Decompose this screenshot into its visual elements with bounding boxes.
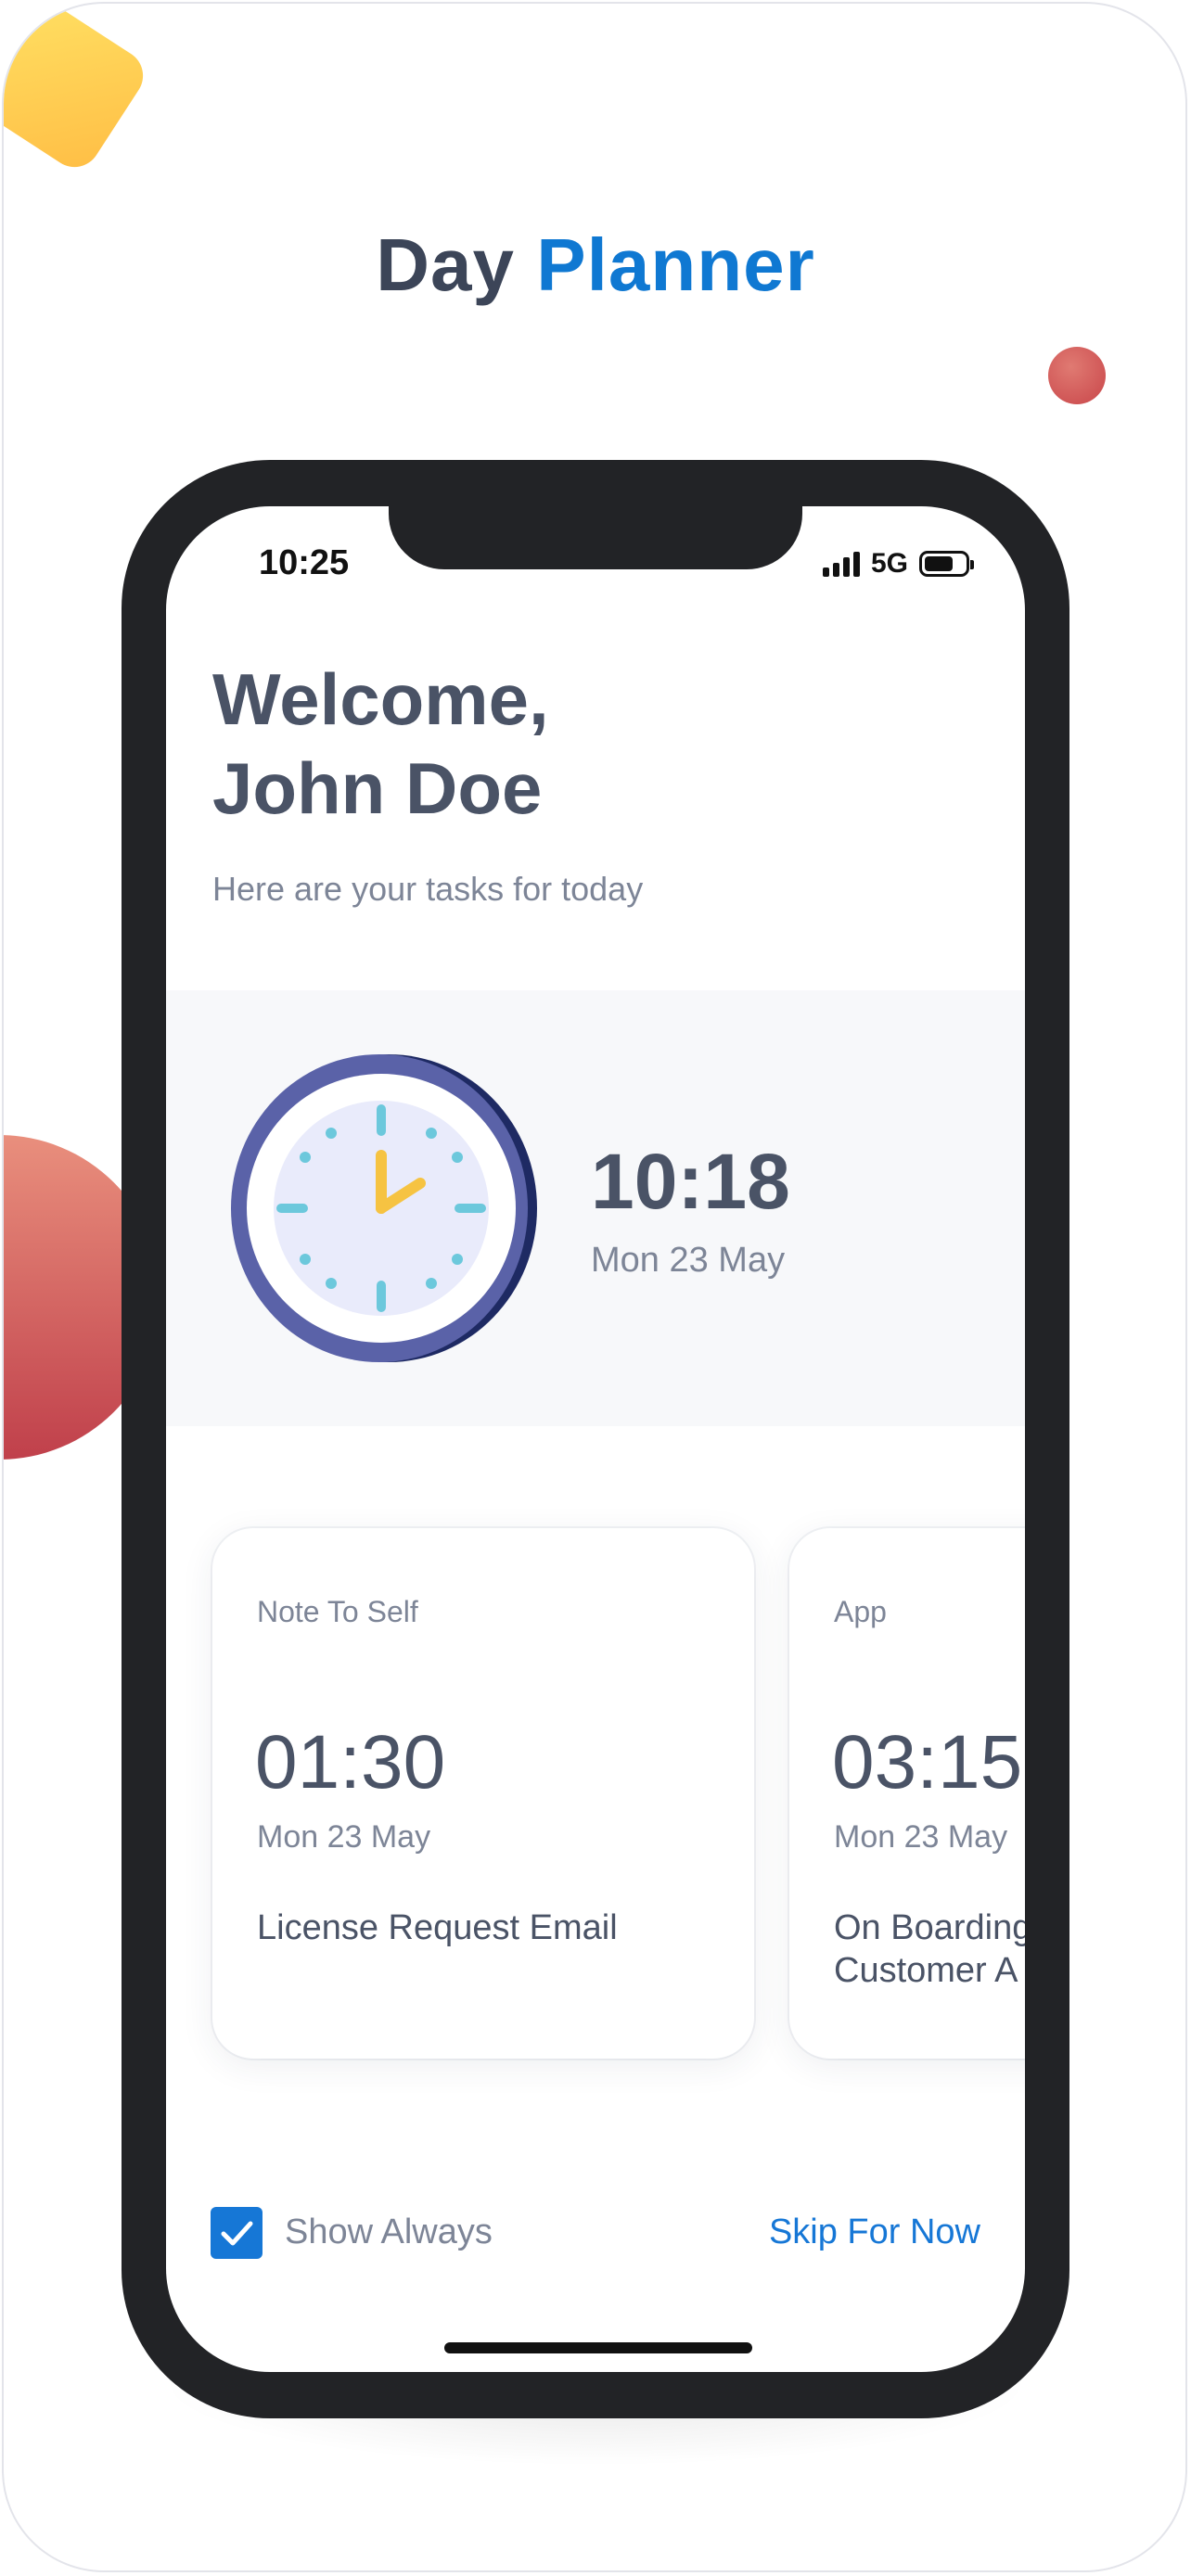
network-label: 5G bbox=[870, 548, 908, 579]
phone-mockup: 10:25 5G Welcome, John Doe Here are your… bbox=[122, 460, 1069, 2418]
welcome-line: Welcome, bbox=[212, 658, 549, 740]
task-time: 01:30 bbox=[255, 1720, 446, 1804]
current-time: 10:18 bbox=[591, 1138, 790, 1225]
task-title-line: Customer A bbox=[834, 1951, 1018, 1990]
welcome-heading: Welcome, John Doe bbox=[212, 655, 549, 833]
skip-for-now-link[interactable]: Skip For Now bbox=[769, 2213, 980, 2252]
task-title: On Boarding Customer A bbox=[834, 1906, 1025, 1992]
phone-screen: 10:25 5G Welcome, John Doe Here are your… bbox=[166, 506, 1025, 2372]
phone-notch bbox=[389, 506, 802, 569]
task-time: 03:15 bbox=[832, 1720, 1023, 1804]
task-date: Mon 23 May bbox=[834, 1819, 1008, 1855]
home-indicator bbox=[444, 2342, 752, 2353]
status-indicators: 5G bbox=[822, 545, 974, 582]
show-always-label: Show Always bbox=[285, 2213, 493, 2251]
user-name: John Doe bbox=[212, 747, 543, 829]
task-title: License Request Email bbox=[257, 1906, 618, 1949]
app-title-accent: Planner bbox=[536, 223, 815, 306]
task-card[interactable]: Note To Self 01:30 Mon 23 May License Re… bbox=[212, 1528, 754, 2059]
show-always-checkbox[interactable] bbox=[211, 2207, 263, 2259]
welcome-subtitle: Here are your tasks for today bbox=[212, 870, 644, 908]
check-icon bbox=[221, 2221, 253, 2246]
battery-icon bbox=[919, 551, 974, 577]
task-category: App bbox=[834, 1595, 887, 1628]
status-time: 10:25 bbox=[259, 543, 350, 582]
signal-icon bbox=[822, 551, 860, 577]
current-time-panel: 10:18 Mon 23 May bbox=[166, 990, 1025, 1426]
decorative-yellow-shape bbox=[4, 4, 153, 177]
clock-icon bbox=[231, 1054, 537, 1362]
app-title: Day Planner bbox=[0, 223, 1191, 308]
task-card[interactable]: App 03:15 Mon 23 May On Boarding Custome… bbox=[789, 1528, 1025, 2059]
app-title-primary: Day bbox=[376, 223, 516, 306]
current-date: Mon 23 May bbox=[591, 1241, 786, 1280]
task-date: Mon 23 May bbox=[257, 1819, 431, 1855]
task-title-line: On Boarding bbox=[834, 1908, 1025, 1947]
task-title-line: License Request Email bbox=[257, 1908, 618, 1947]
decorative-red-dot bbox=[1048, 347, 1106, 404]
task-category: Note To Self bbox=[257, 1595, 418, 1628]
